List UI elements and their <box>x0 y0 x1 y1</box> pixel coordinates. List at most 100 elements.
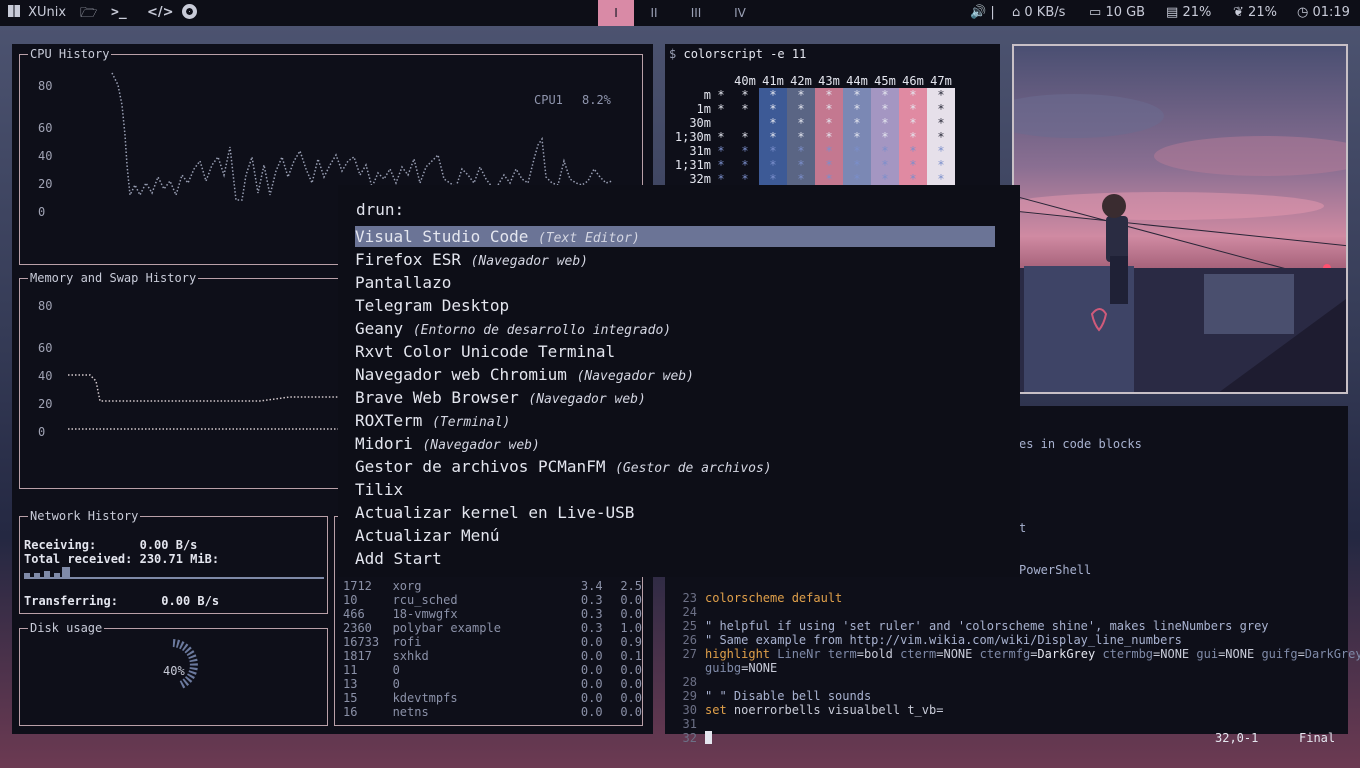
vim-line: 25 " helpful if using 'set ruler' and 'co… <box>682 619 1269 633</box>
color-row-label: 1;30m <box>674 130 711 144</box>
process-row: 466 18-vmwgfx 0.3 0.0 <box>343 607 642 621</box>
color-swatch: * <box>871 116 899 130</box>
volume-icon: 🔊 <box>970 5 987 20</box>
start-menu[interactable]: XUnix <box>8 0 66 26</box>
mem-tick: 0 <box>38 425 46 439</box>
process-cpu: 0.0 <box>580 691 603 705</box>
workspace-3[interactable]: III <box>678 0 714 26</box>
color-swatch: * <box>759 130 787 144</box>
color-col-header: 47m <box>930 74 952 88</box>
color-swatch: * <box>843 102 871 116</box>
rofi-item[interactable]: Add Start <box>355 548 995 569</box>
process-name: polybar example <box>392 621 501 635</box>
process-cpu: 0.0 <box>580 635 603 649</box>
rofi-prompt[interactable]: drun: <box>356 200 404 219</box>
total-received-row: Total received: 230.71 MiB: <box>24 552 219 566</box>
color-swatch: * <box>741 130 749 144</box>
color-swatch: * <box>787 144 815 158</box>
color-row-label: 30m <box>689 116 711 130</box>
terminal-icon[interactable]: >_ <box>111 0 127 26</box>
color-swatch: * <box>787 158 815 172</box>
color-swatch: * <box>871 158 899 172</box>
cpu-percent: 21% <box>1248 5 1277 20</box>
process-pid: 11 <box>343 663 358 677</box>
rofi-item[interactable]: Telegram Desktop <box>355 295 995 316</box>
process-name: sxhkd <box>392 649 429 663</box>
process-row: 15 kdevtmpfs 0.0 0.0 <box>343 691 642 705</box>
rofi-item[interactable]: Geany (Entorno de desarrollo integrado) <box>355 318 995 339</box>
color-swatch: * <box>717 144 725 158</box>
cpu-tick: 20 <box>38 177 53 191</box>
color-swatch: * <box>927 172 955 186</box>
rofi-item-name: Geany <box>355 319 404 338</box>
clock-widget: ◷ 01:19 <box>1297 0 1350 26</box>
process-name: 0 <box>392 677 400 691</box>
folder-icon[interactable]: 🗁 <box>80 0 97 26</box>
colorscript-terminal[interactable]: $ colorscript -e 11 40m 41m 42m 43m 44m 45m 46… <box>665 44 1000 189</box>
process-row: 10 rcu_sched 0.3 0.0 <box>343 593 642 607</box>
color-col-header <box>711 74 731 88</box>
rofi-item[interactable]: Actualizar Menú <box>355 525 995 546</box>
color-swatch: * <box>843 88 871 102</box>
anime-scene-image <box>1014 94 1346 392</box>
volume-widget[interactable]: 🔊 | <box>970 0 995 26</box>
process-pid: 1712 <box>343 579 372 593</box>
color-col-header: 44m <box>846 74 868 88</box>
rofi-launcher[interactable]: drun: Visual Studio Code (Text Editor) Fi… <box>338 185 1020 577</box>
vim-line-text: colorscheme default <box>705 591 843 605</box>
color-swatch: * <box>899 144 927 158</box>
color-swatch: * <box>899 102 927 116</box>
rofi-item[interactable]: Pantallazo <box>355 272 995 293</box>
rofi-item[interactable]: Visual Studio Code (Text Editor) <box>355 226 995 247</box>
color-swatch <box>731 116 759 130</box>
code-icon[interactable]: </> <box>147 0 174 26</box>
color-swatch: * <box>927 144 955 158</box>
disk-usage-value: 40% <box>163 664 185 678</box>
workspace-4[interactable]: IV <box>722 0 758 26</box>
rofi-item[interactable]: Firefox ESR (Navegador web) <box>355 249 995 270</box>
color-swatch: * <box>759 88 787 102</box>
rofi-item[interactable]: Actualizar kernel en Live-USB <box>355 502 995 523</box>
vim-fragment: PowerShell <box>1019 563 1092 577</box>
cpu-tick: 0 <box>38 205 46 219</box>
receiving-value: 0.00 B/s <box>139 538 198 552</box>
process-cpu: 0.3 <box>580 593 603 607</box>
rofi-item[interactable]: ROXTerm (Terminal) <box>355 410 995 431</box>
windows-logo-icon <box>8 5 20 17</box>
rofi-item[interactable]: Gestor de archivos PCManFM (Gestor de ar… <box>355 456 995 477</box>
color-swatch: * <box>741 144 749 158</box>
workspace-1[interactable]: I <box>598 0 634 26</box>
cpu-tick: 80 <box>38 79 53 93</box>
color-table: 40m 41m 42m 43m 44m 45m 46m 47m m * * * * * * * * * 1m * * *… <box>669 74 955 186</box>
rofi-item[interactable]: Midori (Navegador web) <box>355 433 995 454</box>
memory-history-title: Memory and Swap History <box>28 271 199 285</box>
color-swatch: * <box>787 88 815 102</box>
color-row: 31m * * * * * * * * * <box>669 144 955 158</box>
hdd-icon: ▭ <box>1089 5 1102 20</box>
transferring-value: 0.00 B/s <box>161 594 220 608</box>
color-swatch: * <box>815 158 843 172</box>
disk-usage-box: Disk usage 40% <box>19 621 328 726</box>
rofi-item[interactable]: Rxvt Color Unicode Terminal <box>355 341 995 362</box>
mem-tick: 40 <box>38 369 53 383</box>
rofi-item[interactable]: Tilix <box>355 479 995 500</box>
color-col-header: 42m <box>790 74 812 88</box>
rofi-item[interactable]: Navegador web Chromium (Navegador web) <box>355 364 995 385</box>
vim-fragment: t <box>1019 521 1027 535</box>
process-cpu: 0.3 <box>580 621 603 635</box>
firefox-icon[interactable] <box>182 0 197 26</box>
memory-history-box: Memory and Swap History 80 60 40 20 0 <box>19 271 343 489</box>
workspace-2[interactable]: II <box>636 0 672 26</box>
color-col-header: 41m <box>762 74 784 88</box>
process-mem: 2.5 <box>620 579 642 593</box>
rofi-item[interactable]: Brave Web Browser (Navegador web) <box>355 387 995 408</box>
process-cpu: 0.3 <box>580 607 603 621</box>
color-swatch: * <box>815 172 843 186</box>
terminal-command-line: $ colorscript -e 11 <box>669 47 806 61</box>
shell-prompt: $ <box>669 47 677 61</box>
color-swatch: * <box>899 88 927 102</box>
rofi-item-description: (Entorno de desarrollo integrado) <box>412 323 672 338</box>
rofi-item-name: Gestor de archivos PCManFM <box>355 457 606 476</box>
color-row: 30m * * * * * * * <box>669 116 955 130</box>
network-widget: ⌂ 0 KB/s <box>1012 0 1065 26</box>
